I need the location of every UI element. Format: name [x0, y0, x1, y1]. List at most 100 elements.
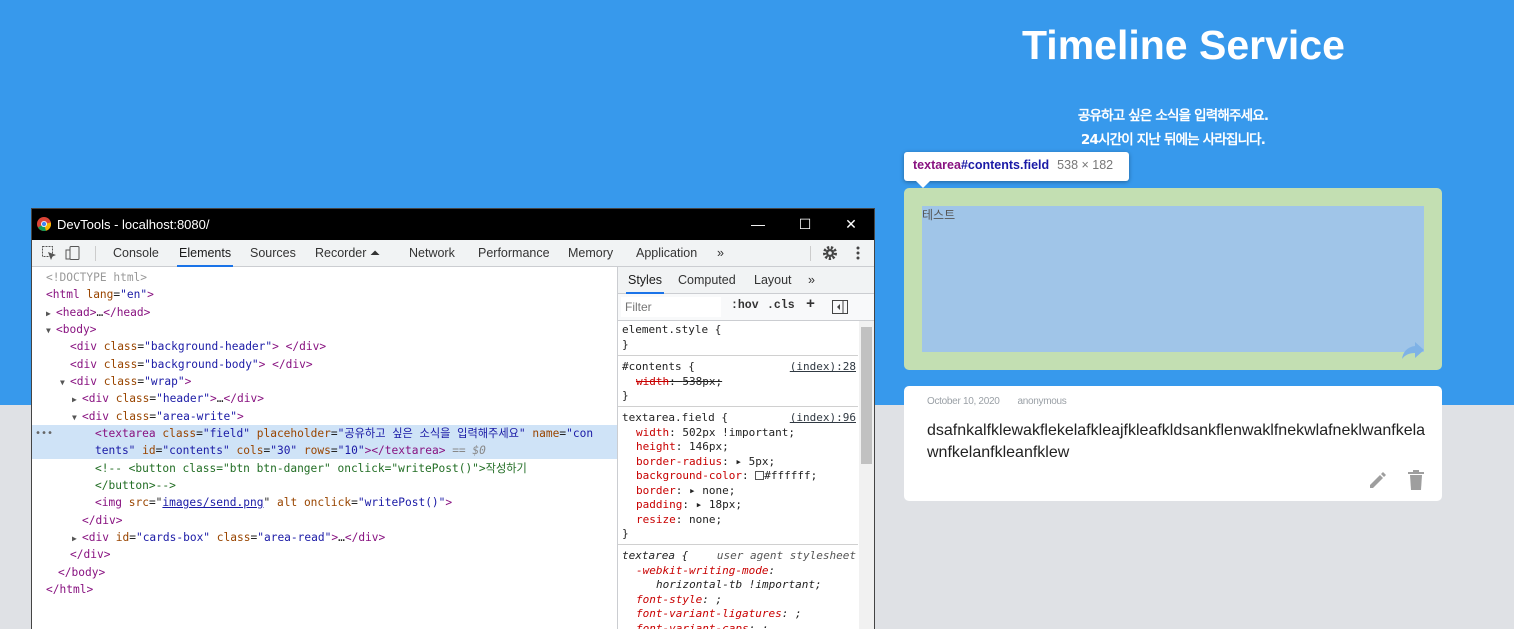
rule-selector[interactable]: #contents {: [622, 360, 695, 373]
tooltip-size: 538 × 182: [1057, 158, 1114, 172]
dom-node[interactable]: </body>: [32, 564, 617, 581]
styles-tabbar: Styles Computed Layout »: [618, 267, 874, 294]
style-declaration[interactable]: border: ▸ none;: [622, 484, 858, 499]
rule-close: }: [622, 389, 629, 402]
pencil-icon[interactable]: [1368, 470, 1388, 490]
more-options-icon[interactable]: •••: [35, 425, 53, 442]
dom-node[interactable]: <!DOCTYPE html>: [32, 269, 617, 286]
rule-separator: [618, 406, 858, 407]
devtools-title: DevTools - localhost:8080/: [57, 217, 210, 232]
tooltip-tag: textarea: [913, 158, 961, 172]
toggle-sidebar-icon[interactable]: [832, 300, 848, 314]
tab-computed[interactable]: Computed: [676, 267, 738, 294]
collapse-triangle-icon[interactable]: ▼: [60, 374, 70, 391]
tab-application[interactable]: Application: [634, 240, 699, 267]
hover-state-button[interactable]: :hov: [731, 299, 759, 312]
dom-node[interactable]: ▶ <head>…</head>: [32, 304, 617, 321]
dom-node[interactable]: ▼ <body>: [32, 321, 617, 338]
rule-source: user agent stylesheet: [716, 549, 856, 562]
more-tabs-button[interactable]: »: [715, 240, 726, 267]
tab-console[interactable]: Console: [111, 240, 161, 267]
rule-separator: [618, 355, 858, 356]
color-swatch[interactable]: [755, 471, 765, 480]
dom-node[interactable]: </div>: [32, 546, 617, 563]
share-arrow-icon[interactable]: [1401, 339, 1425, 359]
styles-pane: Styles Computed Layout » :hov .cls + ele…: [617, 267, 874, 629]
rule-selector[interactable]: element.style {: [622, 323, 858, 338]
chrome-logo-icon: [37, 217, 51, 231]
expand-triangle-icon[interactable]: ▶: [72, 530, 82, 547]
new-rule-button[interactable]: +: [806, 296, 815, 313]
dom-node[interactable]: ▼ <div class="area-write">: [32, 408, 617, 425]
style-declaration: font-variant-caps: ;: [636, 622, 769, 629]
dom-node-selected[interactable]: ••• <textarea class="field" placeholder="…: [32, 425, 617, 443]
page-title: Timeline Service: [1022, 22, 1345, 68]
dom-node[interactable]: <!-- <button class="btn btn-danger" oncl…: [32, 460, 617, 477]
tab-styles[interactable]: Styles: [626, 267, 665, 294]
device-toolbar-icon[interactable]: [65, 245, 81, 261]
tab-memory[interactable]: Memory: [566, 240, 615, 267]
subtitle-line-1: 공유하고 싶은 소식을 입력해주세요.: [1077, 108, 1269, 124]
rule-selector[interactable]: textarea.field {: [622, 411, 728, 424]
rule-source-link[interactable]: (index):96: [790, 411, 856, 426]
tab-sources[interactable]: Sources: [248, 240, 298, 267]
dom-node[interactable]: ▼ <div class="wrap">: [32, 373, 617, 390]
rule-separator: [618, 544, 858, 545]
rule-close: }: [622, 338, 629, 351]
dom-node[interactable]: ▶ <div class="header">…</div>: [32, 390, 617, 407]
tab-performance[interactable]: Performance: [476, 240, 552, 267]
tooltip-selector: #contents.field: [960, 158, 1050, 172]
elements-panel[interactable]: <!DOCTYPE html> <html lang="en"> ▶ <head>…: [32, 267, 617, 629]
styles-filter-input[interactable]: [621, 297, 721, 317]
post-textarea[interactable]: 테스트: [922, 206, 1424, 352]
expand-triangle-icon[interactable]: ▶: [46, 305, 56, 322]
dom-node[interactable]: ▶ <div id="cards-box" class="area-read">……: [32, 529, 617, 546]
dom-node[interactable]: <div class="background-body"> </div>: [32, 356, 617, 373]
style-declaration[interactable]: border-radius: ▸ 5px;: [622, 455, 858, 470]
maximize-button[interactable]: ☐: [782, 209, 828, 240]
dom-node[interactable]: </button>-->: [32, 477, 617, 494]
more-styles-tabs-button[interactable]: »: [806, 267, 817, 294]
timeline-card: October 10, 2020 anonymous dsafnkalfklewa…: [904, 386, 1442, 501]
close-button[interactable]: ✕: [828, 209, 874, 240]
dom-node[interactable]: <img src="images/send.png" alt onclick="…: [32, 494, 617, 511]
card-author: anonymous: [1017, 396, 1067, 407]
collapse-triangle-icon[interactable]: ▼: [46, 322, 56, 339]
tab-layout[interactable]: Layout: [752, 267, 794, 294]
minimize-button[interactable]: —: [735, 209, 781, 240]
tab-network[interactable]: Network: [407, 240, 457, 267]
toolbar-separator: [810, 246, 811, 261]
style-declaration[interactable]: height: 146px;: [622, 440, 858, 455]
card-meta: October 10, 2020 anonymous: [927, 396, 1067, 407]
dom-node[interactable]: </html>: [32, 581, 617, 598]
kebab-menu-icon[interactable]: [850, 245, 866, 261]
expand-triangle-icon[interactable]: ▶: [72, 391, 82, 408]
style-rules[interactable]: element.style { } #contents {(index):28 …: [618, 321, 858, 629]
gear-icon[interactable]: [822, 245, 838, 261]
tab-recorder[interactable]: Recorder ⏶: [313, 240, 382, 267]
styles-scrollbar-thumb[interactable]: [861, 327, 872, 464]
rule-source-link[interactable]: (index):28: [790, 360, 856, 375]
rule-header: #contents { (index):28: [622, 360, 858, 375]
style-declaration[interactable]: resize: none;: [622, 513, 858, 528]
tab-elements[interactable]: Elements: [177, 240, 234, 267]
dom-node[interactable]: <html lang="en">: [32, 286, 617, 303]
rule-close: }: [622, 527, 629, 540]
trash-icon[interactable]: [1407, 470, 1425, 490]
dom-node[interactable]: </div>: [32, 512, 617, 529]
rule-header: textarea.field { (index):96: [622, 411, 858, 426]
dom-node-selected[interactable]: tents" id="contents" cols="30" rows="10"…: [32, 442, 617, 460]
style-declaration[interactable]: width: 502px !important;: [622, 426, 858, 441]
dom-node[interactable]: <div class="background-header"> </div>: [32, 338, 617, 355]
style-declaration[interactable]: padding: ▸ 18px;: [622, 498, 858, 513]
style-declaration[interactable]: background-color: #ffffff;: [622, 469, 858, 484]
class-toggle-button[interactable]: .cls: [767, 299, 795, 312]
collapse-triangle-icon[interactable]: ▼: [72, 409, 82, 426]
card-content: dsafnkalfklewakflekelafkleajfkleafkldsan…: [927, 422, 1426, 461]
rule-selector: textarea {: [622, 549, 689, 562]
inspect-element-icon[interactable]: [41, 245, 57, 261]
toolbar-separator: [95, 246, 96, 261]
rule-header: textarea { user agent stylesheet: [622, 549, 858, 564]
style-declaration[interactable]: width: 538px;: [622, 375, 858, 390]
devtools-toolbar: Console Elements Sources Recorder ⏶ Netw…: [32, 240, 874, 267]
